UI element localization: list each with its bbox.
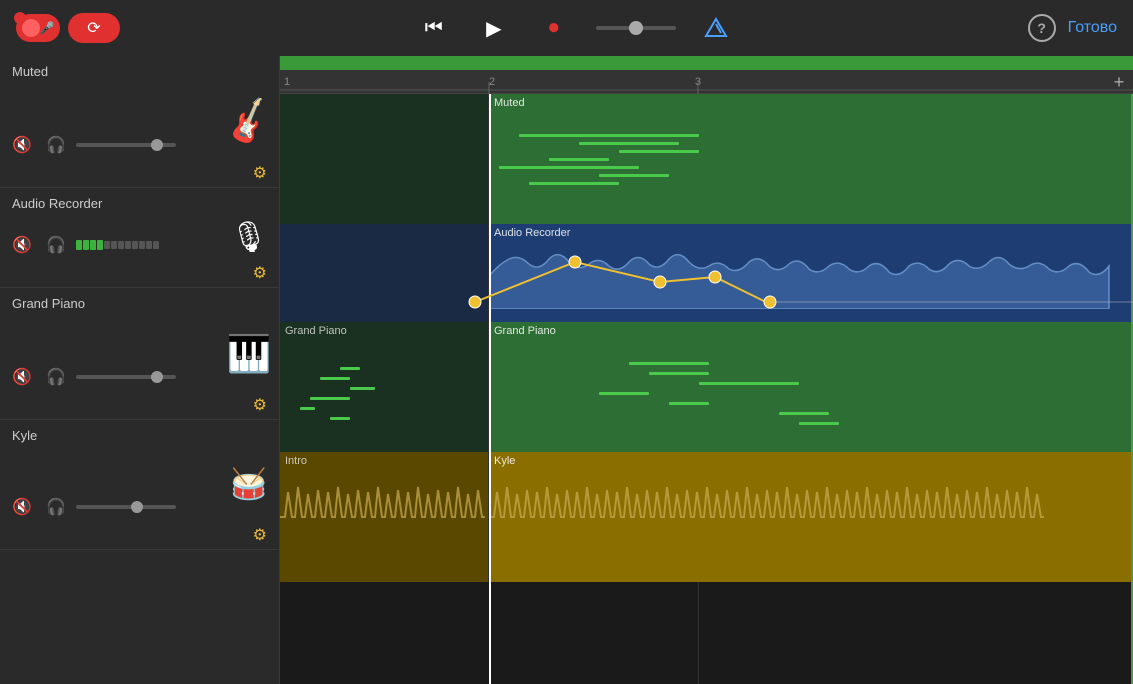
grand-piano-track-row[interactable]: Grand Piano Grand Piano	[280, 322, 1133, 452]
done-button[interactable]: Готово	[1068, 19, 1117, 37]
playhead	[489, 94, 491, 684]
midi-notes-piano-1	[290, 352, 483, 432]
kyle-segment-1[interactable]: Intro	[280, 452, 489, 582]
track-name-audio: Audio Recorder	[12, 196, 102, 211]
kyle-segment-2-label: Kyle	[489, 452, 1133, 470]
volume-slider[interactable]	[596, 26, 676, 30]
audio-segment-label: Audio Recorder	[489, 224, 1133, 242]
track-icon-audio: 🎙	[227, 208, 271, 268]
send-button-audio[interactable]: ⚙	[253, 262, 267, 283]
toolbar: 🎤 ⟳ ⏮ ▶ ⏺ ? Готово	[0, 0, 1133, 56]
add-track-button[interactable]: +	[1105, 70, 1133, 94]
track-name-kyle: Kyle	[12, 428, 37, 443]
track-icon-kyle: 🥁	[227, 455, 271, 515]
loop-toggle[interactable]: ⟳	[68, 13, 120, 43]
midi-notes-piano-2	[499, 352, 1128, 432]
level-bar-audio	[76, 240, 159, 250]
track-name-piano: Grand Piano	[12, 296, 85, 311]
mute-button-piano[interactable]: 🔇	[8, 363, 36, 391]
track-controls-piano: 🔇 🎧	[8, 363, 176, 391]
rewind-button[interactable]: ⏮	[416, 10, 452, 46]
send-button-muted[interactable]: ⚙	[253, 162, 267, 183]
solo-button-muted[interactable]: 🎧	[42, 131, 70, 159]
muted-segment-label: Muted	[489, 94, 1133, 112]
audio-waveform	[489, 244, 1133, 309]
track-header-piano: Grand Piano 🔇 🎧 🎹 ⚙	[0, 288, 279, 420]
kyle-track-row[interactable]: Intro Kyle	[280, 452, 1133, 582]
help-button[interactable]: ?	[1028, 14, 1056, 42]
toolbar-left: 🎤 ⟳	[16, 13, 120, 43]
midi-notes-muted	[499, 124, 1128, 204]
audio-segment-2[interactable]: Audio Recorder	[489, 224, 1133, 322]
audio-recorder-track-row[interactable]: Audio Recorder	[280, 224, 1133, 322]
toolbar-right: ? Готово	[1028, 14, 1117, 42]
track-icon-piano: 🎹	[227, 324, 271, 384]
muted-track-row[interactable]: Muted	[280, 94, 1133, 224]
mute-button-audio[interactable]: 🔇	[8, 231, 36, 259]
top-green-bar	[280, 56, 1133, 70]
volume-slider-kyle[interactable]	[76, 505, 176, 509]
main-content: Muted 🔇 🎧 🎸 ⚙ Audio Recorder 🔇 🎧	[0, 56, 1133, 684]
track-header-audio: Audio Recorder 🔇 🎧	[0, 188, 279, 288]
track-controls-kyle: 🔇 🎧	[8, 493, 176, 521]
record-badge[interactable]: 🎤	[16, 14, 60, 42]
piano-segment-1-label: Grand Piano	[280, 322, 488, 340]
track-icon-muted: 🎸	[227, 92, 271, 152]
volume-slider-muted[interactable]	[76, 143, 176, 147]
track-controls-muted: 🔇 🎧	[8, 131, 176, 159]
timeline-area: 1 2 3 // ruler ticks drawn via inline SV…	[280, 56, 1133, 684]
kyle-segment-2[interactable]: Kyle	[489, 452, 1133, 582]
track-name-muted: Muted	[12, 64, 48, 79]
volume-slider-piano[interactable]	[76, 375, 176, 379]
play-button[interactable]: ▶	[476, 10, 512, 46]
ruler-ticks: // ruler ticks drawn via inline SVG	[280, 70, 1133, 94]
send-button-kyle[interactable]: ⚙	[253, 524, 267, 545]
piano-segment-1[interactable]: Grand Piano	[280, 322, 489, 452]
tracks-container[interactable]: Muted	[280, 94, 1133, 684]
track-controls-audio: 🔇 🎧	[8, 231, 159, 259]
muted-segment-1[interactable]	[280, 94, 489, 224]
mute-button-muted[interactable]: 🔇	[8, 131, 36, 159]
track-header-kyle: Kyle 🔇 🎧 🥁 ⚙	[0, 420, 279, 550]
mute-button-kyle[interactable]: 🔇	[8, 493, 36, 521]
kyle-waveform-1	[280, 472, 488, 562]
solo-button-audio[interactable]: 🎧	[42, 231, 70, 259]
metronome-icon[interactable]	[700, 12, 732, 44]
track-header-muted: Muted 🔇 🎧 🎸 ⚙	[0, 56, 279, 188]
send-button-piano[interactable]: ⚙	[253, 394, 267, 415]
muted-segment-2[interactable]: Muted	[489, 94, 1133, 224]
kyle-segment-1-label: Intro	[280, 452, 488, 470]
solo-button-piano[interactable]: 🎧	[42, 363, 70, 391]
timeline-ruler: 1 2 3 // ruler ticks drawn via inline SV…	[280, 70, 1133, 94]
piano-segment-2-label: Grand Piano	[489, 322, 1133, 340]
audio-segment-1[interactable]	[280, 224, 489, 322]
sidebar: Muted 🔇 🎧 🎸 ⚙ Audio Recorder 🔇 🎧	[0, 56, 280, 684]
solo-button-kyle[interactable]: 🎧	[42, 493, 70, 521]
toolbar-center: ⏮ ▶ ⏺	[416, 10, 732, 46]
record-button[interactable]: ⏺	[536, 10, 572, 46]
piano-segment-2[interactable]: Grand Piano	[489, 322, 1133, 452]
kyle-waveform-2	[489, 472, 1133, 562]
